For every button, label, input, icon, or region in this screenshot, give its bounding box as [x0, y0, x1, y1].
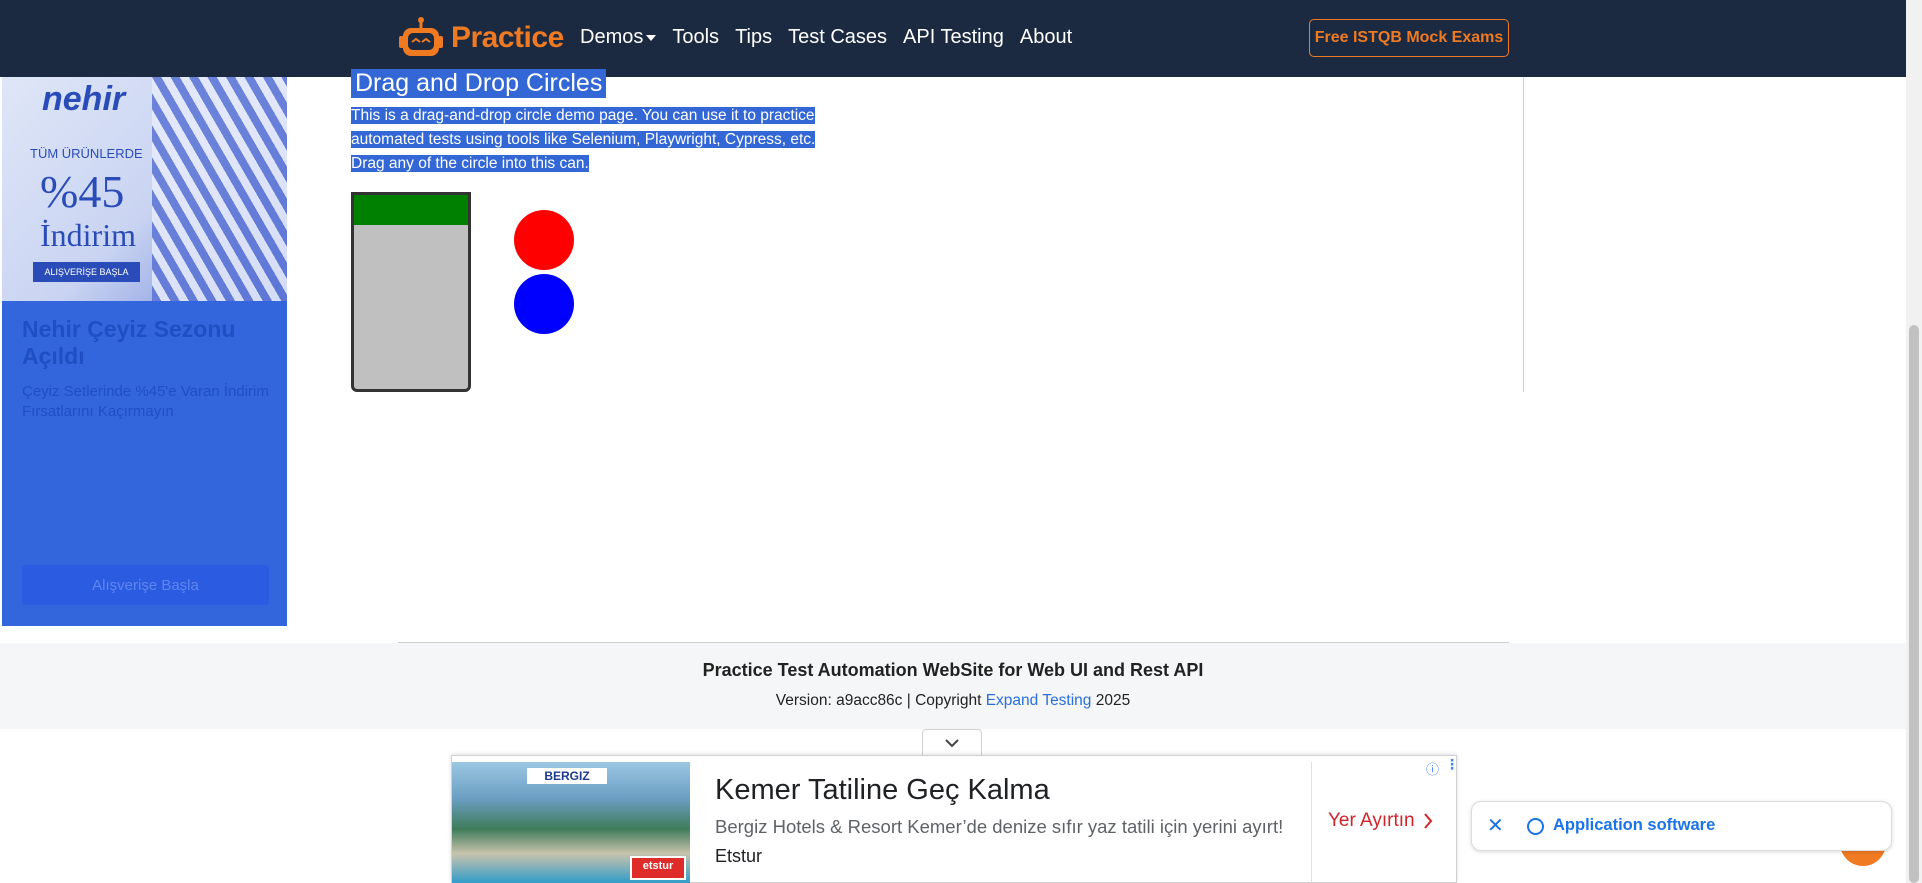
content-divider [1523, 77, 1524, 392]
top-navbar: Practice Demos Tools Tips Test Cases API… [0, 0, 1906, 77]
chevron-down-icon [945, 738, 959, 747]
robot-logo-icon [399, 17, 443, 56]
footer-title: Practice Test Automation WebSite for Web… [702, 660, 1204, 680]
collapse-ad-button[interactable] [922, 729, 982, 755]
chevron-right-icon [1423, 813, 1432, 829]
application-software-chip[interactable]: ✕ Application software [1471, 801, 1892, 851]
ad-cta-button[interactable]: Alışverişe Başla [22, 565, 269, 605]
bottom-ad-banner[interactable]: BERGIZ etstur Kemer Tatiline Geç Kalma B… [451, 755, 1459, 883]
nav-tools[interactable]: Tools [672, 26, 719, 49]
nav-demos[interactable]: Demos [580, 26, 657, 49]
brand-link[interactable]: Practice [397, 14, 564, 62]
drop-target-can[interactable] [351, 192, 471, 392]
bottom-ad-separator [1311, 762, 1312, 883]
close-icon[interactable]: ✕ [1487, 815, 1504, 837]
intro-line: This is a drag-and-drop circle demo page… [351, 107, 815, 124]
page-title: Drag and Drop Circles [351, 69, 607, 98]
intro-line: Drag any of the circle into this can. [351, 155, 589, 172]
page-scrollbar[interactable] [1906, 0, 1922, 883]
ad-line1: TÜM ÜRÜNLERDE [30, 146, 143, 161]
bottom-ad-advertiser: Etstur [715, 846, 763, 866]
nav-links: Demos Tools Tips Test Cases API Testing … [580, 26, 1088, 49]
left-ad-banner[interactable]: nehir TÜM ÜRÜNLERDE %45 İndirim ALIŞVERİ… [2, 77, 287, 626]
nav-test-cases[interactable]: Test Cases [788, 26, 887, 49]
ad-info-icon[interactable]: ⓘ [1426, 759, 1439, 778]
caret-down-icon [646, 34, 657, 41]
ad-brand: nehir [42, 80, 126, 118]
ad-title[interactable]: Nehir Çeyiz Sezonu Açıldı [22, 316, 272, 370]
chip-label: Application software [1553, 816, 1716, 834]
intro-text: This is a drag-and-drop circle demo page… [351, 104, 851, 176]
ad-percent: %45 [40, 166, 125, 217]
nav-api-testing[interactable]: API Testing [903, 26, 1004, 49]
bottom-ad-cta[interactable]: Yer Ayırtın [1328, 810, 1433, 832]
footer-version: Version: a9acc86c | Copyright Expand Tes… [0, 692, 1906, 710]
bottom-ad-cta-label: Yer Ayırtın [1328, 810, 1415, 831]
ad-description: Çeyiz Setlerinde %45'e Varan İndirim Fır… [22, 383, 269, 420]
nav-tips[interactable]: Tips [735, 26, 772, 49]
nav-about[interactable]: About [1020, 26, 1072, 49]
ad-image-logo: BERGIZ [527, 768, 607, 784]
ad-stripes-decor [152, 77, 287, 301]
expand-testing-link[interactable]: Expand Testing [986, 692, 1092, 709]
bottom-ad-title[interactable]: Kemer Tatiline Geç Kalma [715, 774, 1050, 807]
ad-hotel-image: BERGIZ etstur [452, 762, 690, 883]
footer: Practice Test Automation WebSite for Web… [0, 643, 1906, 729]
brand-text: Practice [451, 21, 564, 54]
ad-discount: İndirim [40, 217, 136, 253]
istqb-mock-exams-button[interactable]: Free ISTQB Mock Exams [1309, 19, 1509, 57]
ad-mini-button[interactable]: ALIŞVERİŞE BAŞLA [33, 262, 140, 282]
info-circle-icon [1527, 818, 1544, 835]
footer-version-text: Version: a9acc86c | Copyright [775, 692, 982, 709]
footer-year: 2025 [1095, 692, 1131, 709]
ad-image-badge: etstur [630, 856, 686, 880]
scrollbar-thumb[interactable] [1909, 325, 1919, 883]
can-lid [354, 195, 468, 225]
ad-image: nehir TÜM ÜRÜNLERDE %45 İndirim ALIŞVERİ… [2, 77, 287, 301]
intro-line: automated tests using tools like Seleniu… [351, 131, 816, 148]
nav-demos-label: Demos [580, 26, 644, 48]
red-circle[interactable] [514, 210, 574, 270]
ad-more-icon[interactable]: ⋮ [1445, 756, 1459, 773]
bottom-ad-description: Bergiz Hotels & Resort Kemer’de denize s… [715, 816, 1284, 837]
blue-circle[interactable] [514, 274, 574, 334]
